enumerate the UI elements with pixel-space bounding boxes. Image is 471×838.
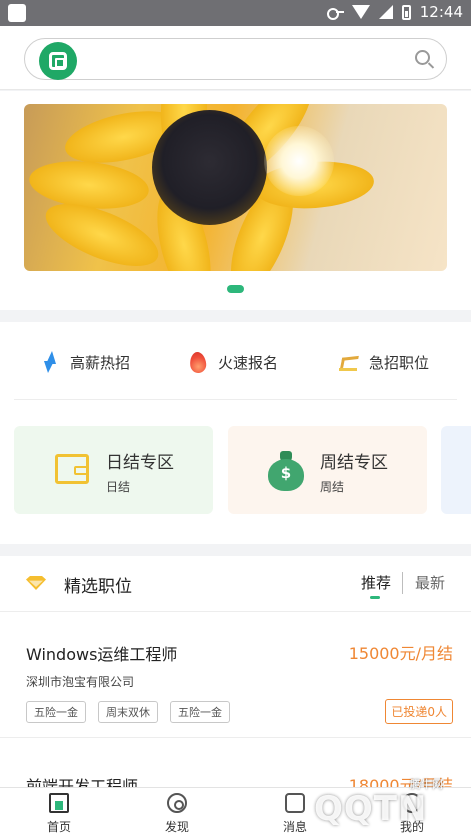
user-icon — [402, 793, 422, 813]
vpn-key-icon — [326, 7, 344, 20]
home-icon — [49, 793, 69, 813]
tabbar-label: 我的 — [399, 820, 424, 834]
job-tag: 五险一金 — [170, 701, 230, 723]
tabbar-label: 首页 — [46, 820, 71, 834]
trend-icon — [339, 353, 357, 371]
quick-link-fast-signup[interactable]: 火速报名 — [188, 342, 279, 382]
banner-carousel-image[interactable] — [24, 104, 447, 271]
divider — [14, 399, 457, 400]
tabbar-messages[interactable]: 消息 — [255, 788, 335, 838]
battery-icon — [401, 4, 411, 20]
banner-section — [0, 91, 471, 310]
zone-daily-pay[interactable]: 日结专区 日结 — [14, 426, 213, 514]
tabbar-home[interactable]: 首页 — [19, 788, 99, 838]
search-icon[interactable] — [415, 50, 430, 65]
search-input[interactable] — [24, 38, 447, 80]
carousel-indicator-dot[interactable] — [227, 285, 244, 293]
lightning-icon — [42, 351, 58, 373]
wifi-icon — [351, 5, 370, 19]
job-title: Windows运维工程师 — [26, 645, 178, 664]
zone-next-card-partial[interactable] — [441, 426, 471, 514]
quick-link-label: 火速报名 — [218, 353, 279, 372]
tab-separator — [402, 572, 403, 594]
quick-link-high-salary[interactable]: 高薪热招 — [42, 342, 130, 382]
notification-app-icon — [8, 4, 26, 22]
wallet-icon — [55, 454, 89, 484]
job-tags: 五险一金 周末双休 五险一金 — [26, 701, 230, 723]
cell-signal-icon — [378, 5, 393, 19]
job-tag: 五险一金 — [26, 701, 86, 723]
tab-recommended[interactable]: 推荐 — [361, 572, 391, 593]
app-logo-icon — [39, 42, 77, 80]
job-company: 深圳市泡宝有限公司 — [26, 675, 135, 689]
sunlight-flare — [264, 126, 334, 196]
tabbar-discover[interactable]: 发现 — [137, 788, 217, 838]
sunflower-center — [152, 110, 267, 225]
tabbar-mine[interactable]: 我的 — [372, 788, 452, 838]
status-bar: 12:44 — [0, 0, 471, 26]
quick-links-row: 高薪热招 火速报名 急招职位 — [0, 342, 471, 382]
app-header — [0, 26, 471, 90]
bottom-tab-bar: 首页 发现 消息 我的 — [0, 787, 471, 838]
home-screen: 12:44 高薪热招 火速报名 急招职位 日结专区 日结 $ 周结专区 周结 精… — [0, 0, 471, 838]
discover-icon — [167, 793, 187, 813]
job-tag: 周末双休 — [98, 701, 158, 723]
diamond-icon — [26, 576, 46, 590]
zone-title: 周结专区 — [320, 453, 388, 473]
job-salary: 15000元/月结 — [348, 644, 453, 663]
zone-subtitle: 日结 — [106, 480, 131, 494]
quick-link-urgent-hiring[interactable]: 急招职位 — [339, 342, 429, 382]
job-card[interactable]: Windows运维工程师 15000元/月结 深圳市泡宝有限公司 五险一金 周末… — [0, 613, 471, 738]
tabbar-label: 消息 — [282, 820, 307, 834]
section-title: 精选职位 — [64, 577, 132, 597]
zone-title: 日结专区 — [106, 453, 174, 473]
featured-header: 精选职位 推荐 最新 — [0, 556, 471, 612]
tab-latest[interactable]: 最新 — [415, 572, 445, 593]
applied-count-badge: 已投递0人 — [385, 699, 453, 724]
quick-link-label: 急招职位 — [369, 353, 430, 372]
money-bag-icon: $ — [268, 451, 304, 491]
active-tab-indicator — [370, 596, 380, 599]
divider — [0, 737, 471, 738]
system-icons: 12:44 — [326, 3, 463, 21]
status-time: 12:44 — [419, 3, 463, 21]
quick-link-label: 高薪热招 — [70, 353, 131, 372]
zone-subtitle: 周结 — [320, 480, 345, 494]
tabbar-label: 发现 — [164, 820, 189, 834]
zone-weekly-pay[interactable]: $ 周结专区 周结 — [228, 426, 427, 514]
quick-links-section: 高薪热招 火速报名 急招职位 日结专区 日结 $ 周结专区 周结 — [0, 322, 471, 544]
fire-icon — [188, 350, 208, 374]
message-icon — [285, 793, 305, 813]
